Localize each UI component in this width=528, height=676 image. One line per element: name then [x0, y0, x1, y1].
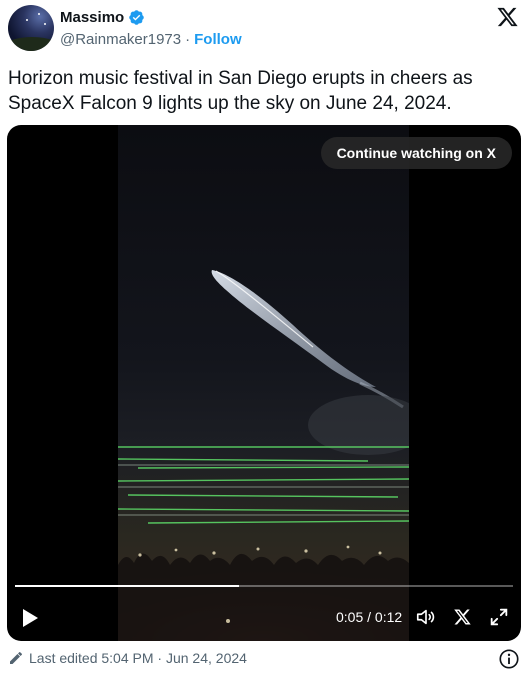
- progress-fill: [15, 585, 240, 587]
- edit-history-row[interactable]: Last edited 5:04 PM · Jun 24, 2024: [8, 650, 247, 666]
- info-icon[interactable]: [498, 648, 520, 670]
- play-icon[interactable]: [21, 608, 39, 628]
- author-row: Massimo: [60, 9, 145, 26]
- avatar[interactable]: [8, 5, 54, 51]
- tweet-text: Horizon music festival in San Diego erup…: [8, 68, 473, 114]
- last-edited-label: Last edited 5:04 PM · Jun 24, 2024: [29, 650, 247, 666]
- x-logo-icon[interactable]: [496, 6, 518, 28]
- author-name[interactable]: Massimo: [60, 9, 124, 26]
- x-icon[interactable]: [453, 608, 471, 626]
- fullscreen-icon[interactable]: [488, 606, 510, 628]
- handle-row: @Rainmaker1973 · Follow: [60, 31, 242, 48]
- follow-button[interactable]: Follow: [194, 31, 242, 48]
- author-handle[interactable]: @Rainmaker1973: [60, 31, 181, 48]
- video-time: 0:05 / 0:12: [336, 609, 403, 625]
- separator-dot: ·: [185, 31, 191, 48]
- video-frame: [118, 125, 409, 641]
- continue-watching-button[interactable]: Continue watching on X: [320, 137, 512, 169]
- pencil-icon: [10, 652, 22, 664]
- progress-bar[interactable]: [15, 585, 513, 587]
- volume-icon[interactable]: [415, 606, 437, 628]
- verified-badge-icon: [129, 10, 144, 25]
- video-player[interactable]: Continue watching on X 0:05 / 0:12: [7, 125, 521, 641]
